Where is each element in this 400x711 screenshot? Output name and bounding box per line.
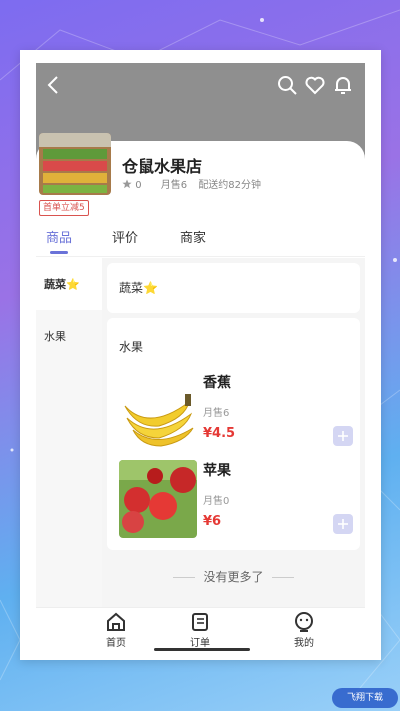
- list-item[interactable]: 香蕉 月售6 ¥4.5: [119, 372, 359, 450]
- product-sales: 月售0: [203, 496, 230, 507]
- nav-label: 我的: [294, 638, 314, 649]
- tab-reviews[interactable]: 评价: [112, 227, 138, 246]
- section-vegetables: 蔬菜⭐: [107, 263, 360, 313]
- rating-value: 0: [135, 180, 142, 191]
- delivery-time: 配送约82分钟: [198, 180, 262, 191]
- sidebar-item-fruit[interactable]: 水果: [36, 310, 102, 362]
- star-icon: [122, 179, 132, 189]
- search-icon[interactable]: [276, 74, 298, 96]
- list-item[interactable]: 苹果 月售0 ¥6: [119, 460, 359, 538]
- home-indicator: [154, 648, 250, 651]
- list-end-text: 没有更多了: [102, 568, 365, 585]
- product-price: ¥4.5: [203, 426, 236, 441]
- plus-icon: [338, 519, 348, 529]
- add-to-cart-button[interactable]: [333, 426, 353, 446]
- section-fruit: 水果 香蕉 月售6 ¥4.5 苹果 月售0 ¥6: [107, 318, 360, 550]
- home-icon: [107, 612, 125, 631]
- nav-profile[interactable]: 我的: [274, 611, 334, 649]
- shop-tabs: 商品 评价 商家: [36, 225, 365, 257]
- phone-frame: 首单立减5 仓鼠水果店 0 月售6 配送约82分钟 商品 评价 商家 蔬菜⭐ 水…: [20, 50, 381, 660]
- rating: 0: [122, 179, 153, 191]
- product-price: ¥6: [203, 514, 222, 529]
- app-screen: 首单立减5 仓鼠水果店 0 月售6 配送约82分钟 商品 评价 商家 蔬菜⭐ 水…: [36, 63, 365, 653]
- product-image-apple: [119, 460, 197, 538]
- add-to-cart-button[interactable]: [333, 514, 353, 534]
- product-image-banana: [119, 372, 197, 450]
- shop-thumbnail: [39, 133, 111, 195]
- plus-icon: [338, 431, 348, 441]
- tab-merchant[interactable]: 商家: [180, 227, 206, 246]
- shop-meta: 0 月售6 配送约82分钟: [122, 176, 269, 191]
- product-name: 苹果: [203, 463, 231, 479]
- bell-icon[interactable]: [332, 74, 354, 96]
- nav-label: 首页: [106, 638, 126, 649]
- nav-label: 订单: [190, 638, 210, 649]
- watermark-logo: 飞翔下载: [332, 688, 398, 708]
- profile-icon: [295, 612, 313, 632]
- heart-icon[interactable]: [304, 74, 326, 96]
- nav-orders[interactable]: 订单: [170, 611, 230, 649]
- product-name: 香蕉: [203, 375, 231, 391]
- monthly-sales: 月售6: [160, 180, 188, 191]
- section-title: 蔬菜⭐: [119, 281, 158, 295]
- product-list: 蔬菜⭐ 水果 香蕉 月售6 ¥4.5 苹果 月售0 ¥6 没有更多了: [102, 258, 365, 653]
- order-list-icon: [192, 613, 208, 631]
- section-title: 水果: [119, 340, 144, 354]
- sidebar-item-vegetables[interactable]: 蔬菜⭐: [36, 258, 102, 310]
- top-bar: [36, 63, 365, 109]
- tab-products[interactable]: 商品: [46, 227, 72, 246]
- back-arrow-icon[interactable]: [42, 73, 66, 97]
- product-sales: 月售6: [203, 408, 230, 419]
- nav-home[interactable]: 首页: [86, 611, 146, 649]
- category-sidebar: 蔬菜⭐ 水果: [36, 258, 102, 653]
- active-tab-indicator: [50, 251, 68, 254]
- bottom-nav: 首页 订单 我的: [36, 607, 365, 653]
- promo-badge: 首单立减5: [39, 200, 89, 216]
- shop-name: 仓鼠水果店: [122, 157, 203, 176]
